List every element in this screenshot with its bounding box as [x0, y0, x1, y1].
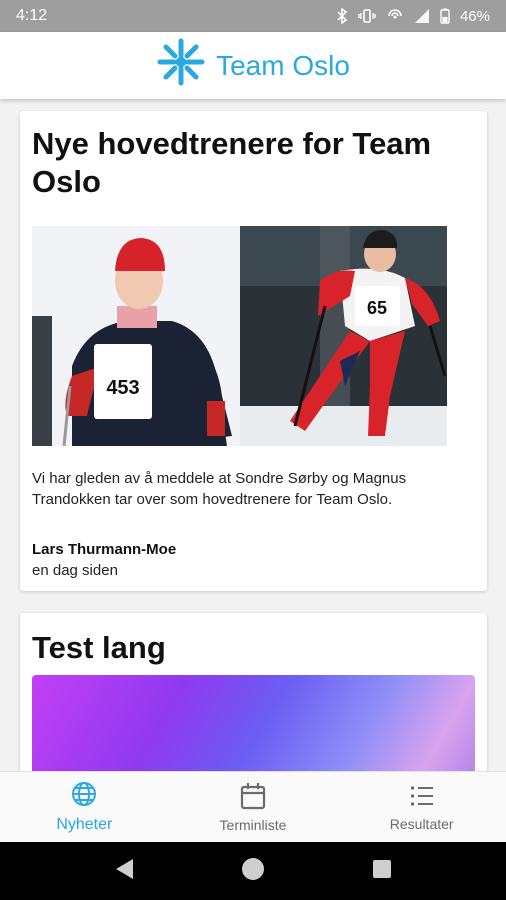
- article-author: Lars Thurmann-Moe: [32, 541, 177, 558]
- article-image: [32, 675, 475, 771]
- article-title: Nye hovedtrenere for Team Oslo: [32, 126, 432, 199]
- nav-item-resultater[interactable]: Resultater: [337, 772, 506, 842]
- nav-item-terminliste[interactable]: Terminliste: [169, 772, 338, 842]
- globe-icon: [71, 781, 97, 812]
- app-title: Team Oslo: [216, 49, 350, 81]
- nav-label: Nyheter: [56, 815, 113, 833]
- article-excerpt: Vi har gleden av å meddele at Sondre Sør…: [32, 470, 407, 508]
- calendar-icon: [240, 782, 266, 813]
- snowflake-logo-icon: [156, 37, 206, 94]
- status-bar: 4:12 46%: [0, 0, 506, 32]
- vibrate-icon: [358, 8, 376, 24]
- nav-label: Resultater: [389, 815, 454, 832]
- nav-label: Terminliste: [219, 816, 287, 833]
- recents-icon[interactable]: [371, 858, 393, 885]
- back-icon[interactable]: [113, 857, 135, 886]
- news-card[interactable]: Nye hovedtrenere for Team Oslo 453 65 Vi…: [20, 111, 487, 591]
- status-icons: 46%: [336, 8, 490, 25]
- news-card[interactable]: Test lang: [20, 613, 487, 771]
- bottom-nav: Nyheter Terminliste Resultater: [0, 771, 506, 842]
- list-icon: [409, 783, 435, 812]
- app-bar: Team Oslo: [0, 32, 506, 99]
- article-photo-left: 453: [32, 226, 240, 446]
- nav-item-nyheter[interactable]: Nyheter: [0, 772, 169, 842]
- signal-icon: [414, 8, 430, 24]
- news-feed[interactable]: Nye hovedtrenere for Team Oslo 453 65 Vi…: [0, 99, 506, 771]
- brand: Team Oslo: [156, 37, 350, 94]
- bluetooth-icon: [336, 8, 348, 24]
- battery-level: 46%: [459, 7, 490, 25]
- wifi-calling-icon: [386, 8, 404, 24]
- article-photo-right: 65: [240, 226, 447, 446]
- status-time: 4:12: [16, 7, 48, 24]
- home-icon[interactable]: [240, 856, 266, 887]
- battery-icon: [440, 8, 450, 24]
- right-bib-number: 65: [367, 298, 387, 318]
- article-title: Test lang: [32, 630, 166, 665]
- left-bib-number: 453: [106, 377, 139, 399]
- article-date: en dag siden: [32, 562, 118, 579]
- system-nav-bar: [0, 842, 506, 900]
